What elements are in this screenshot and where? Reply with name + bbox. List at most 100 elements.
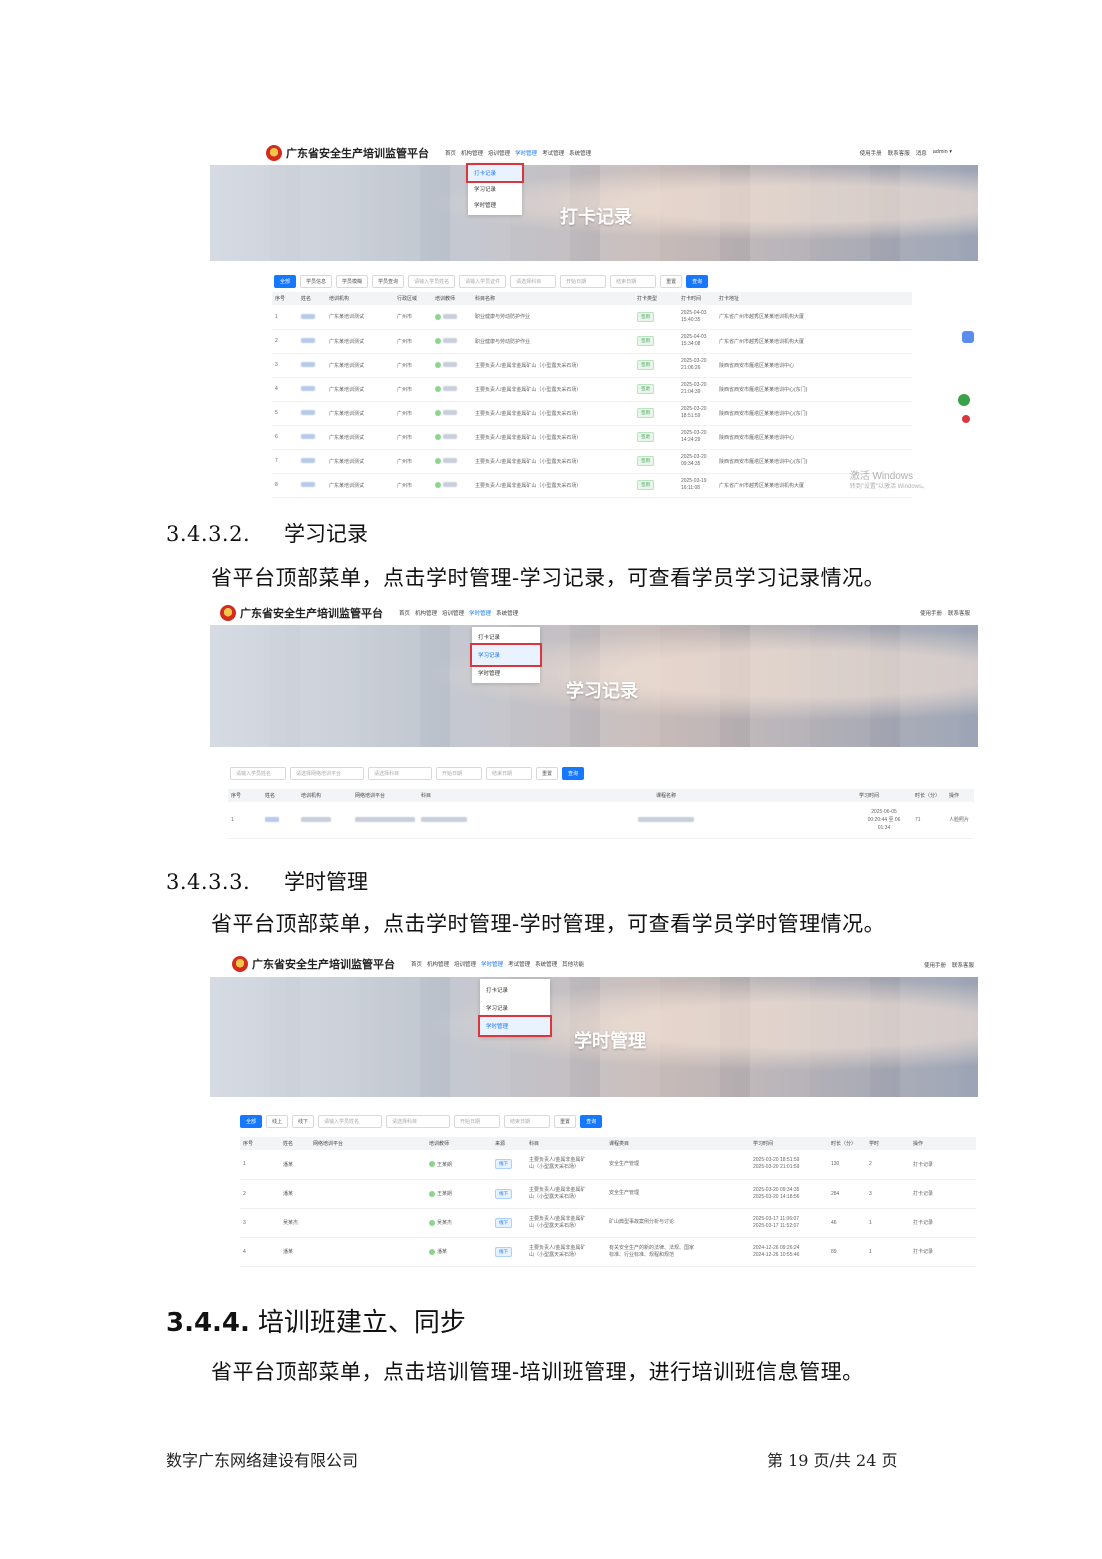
menu-item-hours[interactable]: 学时管理 bbox=[472, 665, 540, 681]
side-green-icon[interactable] bbox=[958, 394, 970, 406]
cell-teacher bbox=[432, 305, 472, 330]
tab-all[interactable]: 全部 bbox=[274, 275, 297, 288]
nav-other[interactable]: 其他功能 bbox=[562, 960, 584, 968]
filter-bar: 全部 线上 线下 请输入学员姓名 请选择科目 开始日期 结束日期 重置 查询 bbox=[240, 1115, 603, 1128]
start-date[interactable]: 开始日期 bbox=[560, 275, 607, 288]
col-header: 培训教师 bbox=[426, 1137, 492, 1150]
tab-offline[interactable]: 线下 bbox=[292, 1115, 315, 1128]
nav-home[interactable]: 首页 bbox=[399, 609, 410, 617]
time-line: 01:34 bbox=[877, 824, 891, 831]
reset-button[interactable]: 重置 bbox=[660, 275, 683, 288]
menu-item-checkin[interactable]: 打卡记录 bbox=[480, 981, 550, 999]
cell-org: 广东某培训测试 bbox=[326, 473, 394, 498]
nav-org[interactable]: 机构管理 bbox=[427, 960, 449, 968]
menu-item-study[interactable]: 学习记录 bbox=[470, 643, 542, 667]
service-link[interactable]: 联系客服 bbox=[888, 149, 910, 157]
end-date[interactable]: 结束日期 bbox=[504, 1115, 551, 1128]
subject-select[interactable]: 请选择科目 bbox=[510, 275, 557, 288]
subject-select[interactable]: 请选择科目 bbox=[386, 1115, 451, 1128]
nav-system[interactable]: 系统管理 bbox=[569, 149, 591, 157]
service-link[interactable]: 联系客服 bbox=[948, 609, 970, 617]
start-date[interactable]: 开始日期 bbox=[436, 767, 482, 780]
cell-no: 6 bbox=[272, 425, 298, 450]
service-link[interactable]: 联系客服 bbox=[952, 961, 974, 969]
category-line: 矿山典型事故案例分析与讨论 bbox=[609, 1219, 675, 1225]
side-chat-icon[interactable] bbox=[962, 331, 974, 343]
cell-name bbox=[298, 329, 326, 354]
nav-training[interactable]: 培训管理 bbox=[454, 960, 476, 968]
tab-online[interactable]: 线上 bbox=[266, 1115, 289, 1128]
cell-region: 广州市 bbox=[394, 449, 432, 474]
name-input[interactable]: 请输入学员姓名 bbox=[318, 1115, 383, 1128]
message-link[interactable]: 消息 bbox=[916, 149, 927, 157]
nav-hours[interactable]: 学时管理 bbox=[515, 149, 537, 157]
cell-subject: 主要负责人/金属非金属矿山（小型露天采石场） bbox=[472, 377, 634, 402]
time-line: 2025-03-20 18:51:59 bbox=[753, 1157, 800, 1164]
menu-item-checkin[interactable]: 打卡记录 bbox=[466, 163, 524, 183]
tab-all[interactable]: 全部 bbox=[240, 1115, 263, 1128]
col-header: 网络培训平台 bbox=[310, 1137, 426, 1150]
nav-home[interactable]: 首页 bbox=[411, 960, 422, 968]
end-date[interactable]: 结束日期 bbox=[486, 767, 532, 780]
menu-item-hours[interactable]: 学时管理 bbox=[478, 1015, 552, 1037]
checkin-record-link[interactable]: 打卡记录 bbox=[910, 1208, 976, 1238]
cell-name[interactable]: 潘某 bbox=[280, 1179, 310, 1209]
cell-name[interactable]: 吴某杰 bbox=[280, 1208, 310, 1238]
nav-exam[interactable]: 考试管理 bbox=[542, 149, 564, 157]
nav-dropdown-menu: 打卡记录 学习记录 学时管理 bbox=[470, 627, 542, 683]
checkin-record-link[interactable]: 打卡记录 bbox=[910, 1179, 976, 1209]
manual-link[interactable]: 使用手册 bbox=[924, 961, 946, 969]
nav-home[interactable]: 首页 bbox=[445, 149, 456, 157]
cell-name[interactable]: 潘某 bbox=[280, 1150, 310, 1180]
start-date[interactable]: 开始日期 bbox=[454, 1115, 501, 1128]
nav-exam[interactable]: 考试管理 bbox=[508, 960, 530, 968]
reset-button[interactable]: 重置 bbox=[554, 1115, 577, 1128]
nav-training[interactable]: 培训管理 bbox=[442, 609, 464, 617]
col-header: 操作 bbox=[910, 1137, 976, 1150]
menu-item-study[interactable]: 学习记录 bbox=[480, 999, 550, 1017]
name-input[interactable]: 请输入学员姓名 bbox=[408, 275, 456, 288]
query-button[interactable]: 查询 bbox=[562, 767, 585, 780]
query-button[interactable]: 查询 bbox=[580, 1115, 603, 1128]
name-input[interactable]: 请输入学员姓名 bbox=[230, 767, 286, 780]
col-header: 培训教师 bbox=[432, 292, 472, 305]
platform-select[interactable]: 请选择网络培训平台 bbox=[290, 767, 364, 780]
subject-select[interactable]: 请选择科目 bbox=[368, 767, 432, 780]
menu-item-checkin[interactable]: 打卡记录 bbox=[472, 629, 540, 645]
time-line: 2025-03-20 21:01:59 bbox=[753, 1164, 800, 1171]
cell-name bbox=[298, 377, 326, 402]
category-line: 安全生产管理 bbox=[609, 1160, 640, 1167]
user-menu[interactable]: admin ▾ bbox=[933, 149, 952, 157]
manual-link[interactable]: 使用手册 bbox=[860, 149, 882, 157]
category-line: 有关安全生产的新的法律、法规、国家 bbox=[609, 1244, 695, 1251]
checkin-record-link[interactable]: 打卡记录 bbox=[910, 1237, 976, 1267]
nav-system[interactable]: 系统管理 bbox=[496, 609, 518, 617]
site-title: 广东省安全生产培训监管平台 bbox=[286, 148, 429, 160]
reset-button[interactable]: 重置 bbox=[536, 767, 559, 780]
nav-training[interactable]: 培训管理 bbox=[488, 149, 510, 157]
cell-teacher: 吴某杰 bbox=[426, 1208, 492, 1238]
tab-fuzzy[interactable]: 学员模糊 bbox=[336, 275, 369, 288]
tab-query[interactable]: 学员查询 bbox=[372, 275, 405, 288]
query-button[interactable]: 查询 bbox=[686, 275, 709, 288]
cell-address: 陕西省西安市雁塔区某某培训中心(东门) bbox=[716, 377, 912, 402]
cell-name bbox=[298, 449, 326, 474]
id-input[interactable]: 请输入学员证件 bbox=[459, 275, 507, 288]
national-emblem-icon bbox=[232, 956, 248, 972]
nav-org[interactable]: 机构管理 bbox=[461, 149, 483, 157]
face-photo-link[interactable]: 人脸照片 bbox=[946, 802, 974, 839]
menu-item-hours[interactable]: 学时管理 bbox=[468, 197, 522, 213]
tab-info[interactable]: 学员信息 bbox=[300, 275, 333, 288]
menu-item-study[interactable]: 学习记录 bbox=[468, 181, 522, 197]
manual-link[interactable]: 使用手册 bbox=[920, 609, 942, 617]
checkin-record-link[interactable]: 打卡记录 bbox=[910, 1150, 976, 1180]
side-flower-icon bbox=[962, 415, 970, 423]
teacher-name: 王某朗 bbox=[437, 1191, 453, 1197]
nav-org[interactable]: 机构管理 bbox=[415, 609, 437, 617]
nav-hours[interactable]: 学时管理 bbox=[469, 609, 491, 617]
nav-system[interactable]: 系统管理 bbox=[535, 960, 557, 968]
cell-name[interactable]: 潘某 bbox=[280, 1237, 310, 1267]
col-header: 行政区域 bbox=[394, 292, 432, 305]
nav-hours[interactable]: 学时管理 bbox=[481, 960, 503, 968]
end-date[interactable]: 结束日期 bbox=[610, 275, 657, 288]
